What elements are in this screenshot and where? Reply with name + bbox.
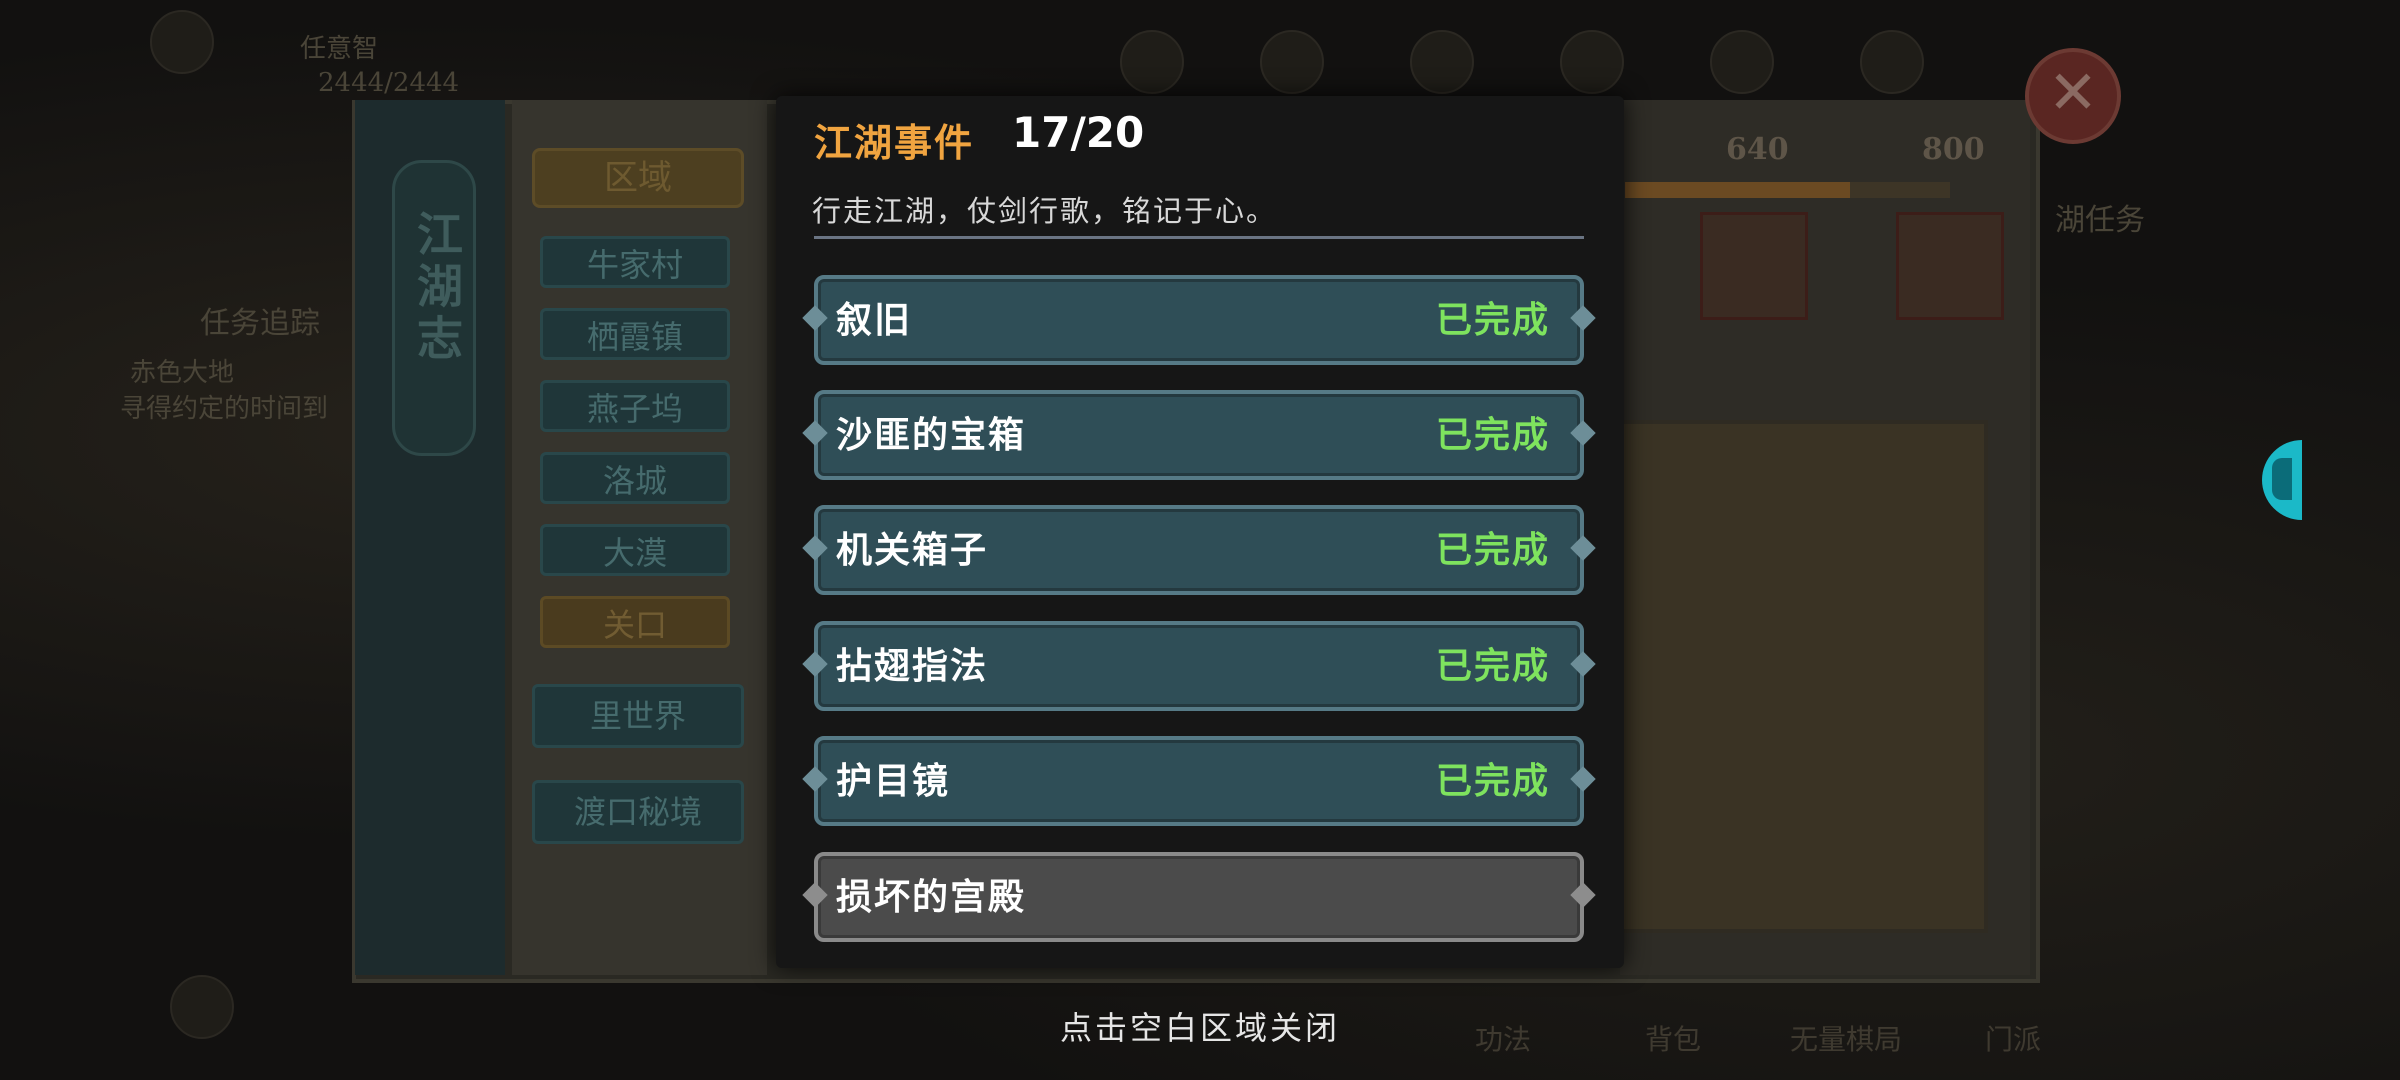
event-status: 已完成 xyxy=(1435,645,1550,687)
event-row-jiguan-xiangzi[interactable]: 机关箱子 已完成 xyxy=(814,505,1584,595)
region-tab-luocheng[interactable]: 洛城 xyxy=(540,452,730,504)
event-status: 已完成 xyxy=(1435,414,1550,456)
region-tab-damo[interactable]: 大漠 xyxy=(540,524,730,576)
event-status: 已完成 xyxy=(1435,760,1550,802)
task-tracker-line1: 赤色大地 xyxy=(130,358,235,388)
modal-title: 江湖事件 xyxy=(814,120,975,165)
modal-subtitle: 行走江湖，仗剑行歌，铭记于心。 xyxy=(812,194,1278,228)
event-status: 已完成 xyxy=(1435,529,1550,571)
region-map xyxy=(1620,420,1988,933)
task-tracker-title[interactable]: 任务追踪 xyxy=(200,298,320,342)
event-name: 机关箱子 xyxy=(836,529,989,571)
region-tab-niujiacun[interactable]: 牛家村 xyxy=(540,236,730,288)
tab-dukou-mijing[interactable]: 渡口秘境 xyxy=(532,780,744,844)
avatar[interactable] xyxy=(150,10,214,74)
modal-event-count: 17/20 xyxy=(1012,108,1145,157)
player-hp: 2444/2444 xyxy=(318,68,460,98)
progress-mark-640: 640 xyxy=(1726,132,1789,167)
event-row-nianchi-zhifa[interactable]: 拈翅指法 已完成 xyxy=(814,621,1584,711)
hud-icon-6[interactable] xyxy=(1860,30,1924,94)
event-row-humujing[interactable]: 护目镜 已完成 xyxy=(814,736,1584,826)
region-tab-yanziwu[interactable]: 燕子坞 xyxy=(540,380,730,432)
hud-icon-3[interactable] xyxy=(1410,30,1474,94)
event-name: 沙匪的宝箱 xyxy=(836,414,1027,456)
hud-icon-5[interactable] xyxy=(1710,30,1774,94)
hud-icon-1[interactable] xyxy=(1120,30,1184,94)
event-status: 已完成 xyxy=(1435,299,1550,341)
event-row-sunhuai-gongdian[interactable]: 损坏的宫殿 xyxy=(814,852,1584,942)
player-name: 任意智 xyxy=(300,34,379,64)
event-name: 护目镜 xyxy=(836,760,951,802)
modal-divider xyxy=(814,236,1584,239)
event-name: 叙旧 xyxy=(836,299,913,341)
progress-mark-800: 800 xyxy=(1922,132,1985,167)
event-row-xujiu[interactable]: 叙旧 已完成 xyxy=(814,275,1584,365)
close-hint[interactable]: 点击空白区域关闭 xyxy=(0,1003,2400,1049)
hud-icon-2[interactable] xyxy=(1260,30,1324,94)
progress-bar-fill xyxy=(1625,182,1850,198)
task-tracker-line2: 寻得约定的时间到 xyxy=(120,394,329,424)
reward-chest-2[interactable] xyxy=(1896,212,2004,320)
tab-li-shijie[interactable]: 里世界 xyxy=(532,684,744,748)
event-row-shafei-baoxiang[interactable]: 沙匪的宝箱 已完成 xyxy=(814,390,1584,480)
reward-chest-1[interactable] xyxy=(1700,212,1808,320)
region-header: 区域 xyxy=(532,148,744,208)
region-tab-guankou[interactable]: 关口 xyxy=(540,596,730,648)
region-tab-qixiazhen[interactable]: 栖霞镇 xyxy=(540,308,730,360)
task-label: 湖任务 xyxy=(2055,203,2145,238)
close-icon[interactable]: ✕ xyxy=(2025,48,2121,144)
hud-icon-4[interactable] xyxy=(1560,30,1624,94)
event-name: 损坏的宫殿 xyxy=(836,876,1027,918)
journal-title: 江湖志 xyxy=(410,210,464,366)
floating-button-icon xyxy=(2272,458,2292,500)
event-name: 拈翅指法 xyxy=(836,645,989,687)
